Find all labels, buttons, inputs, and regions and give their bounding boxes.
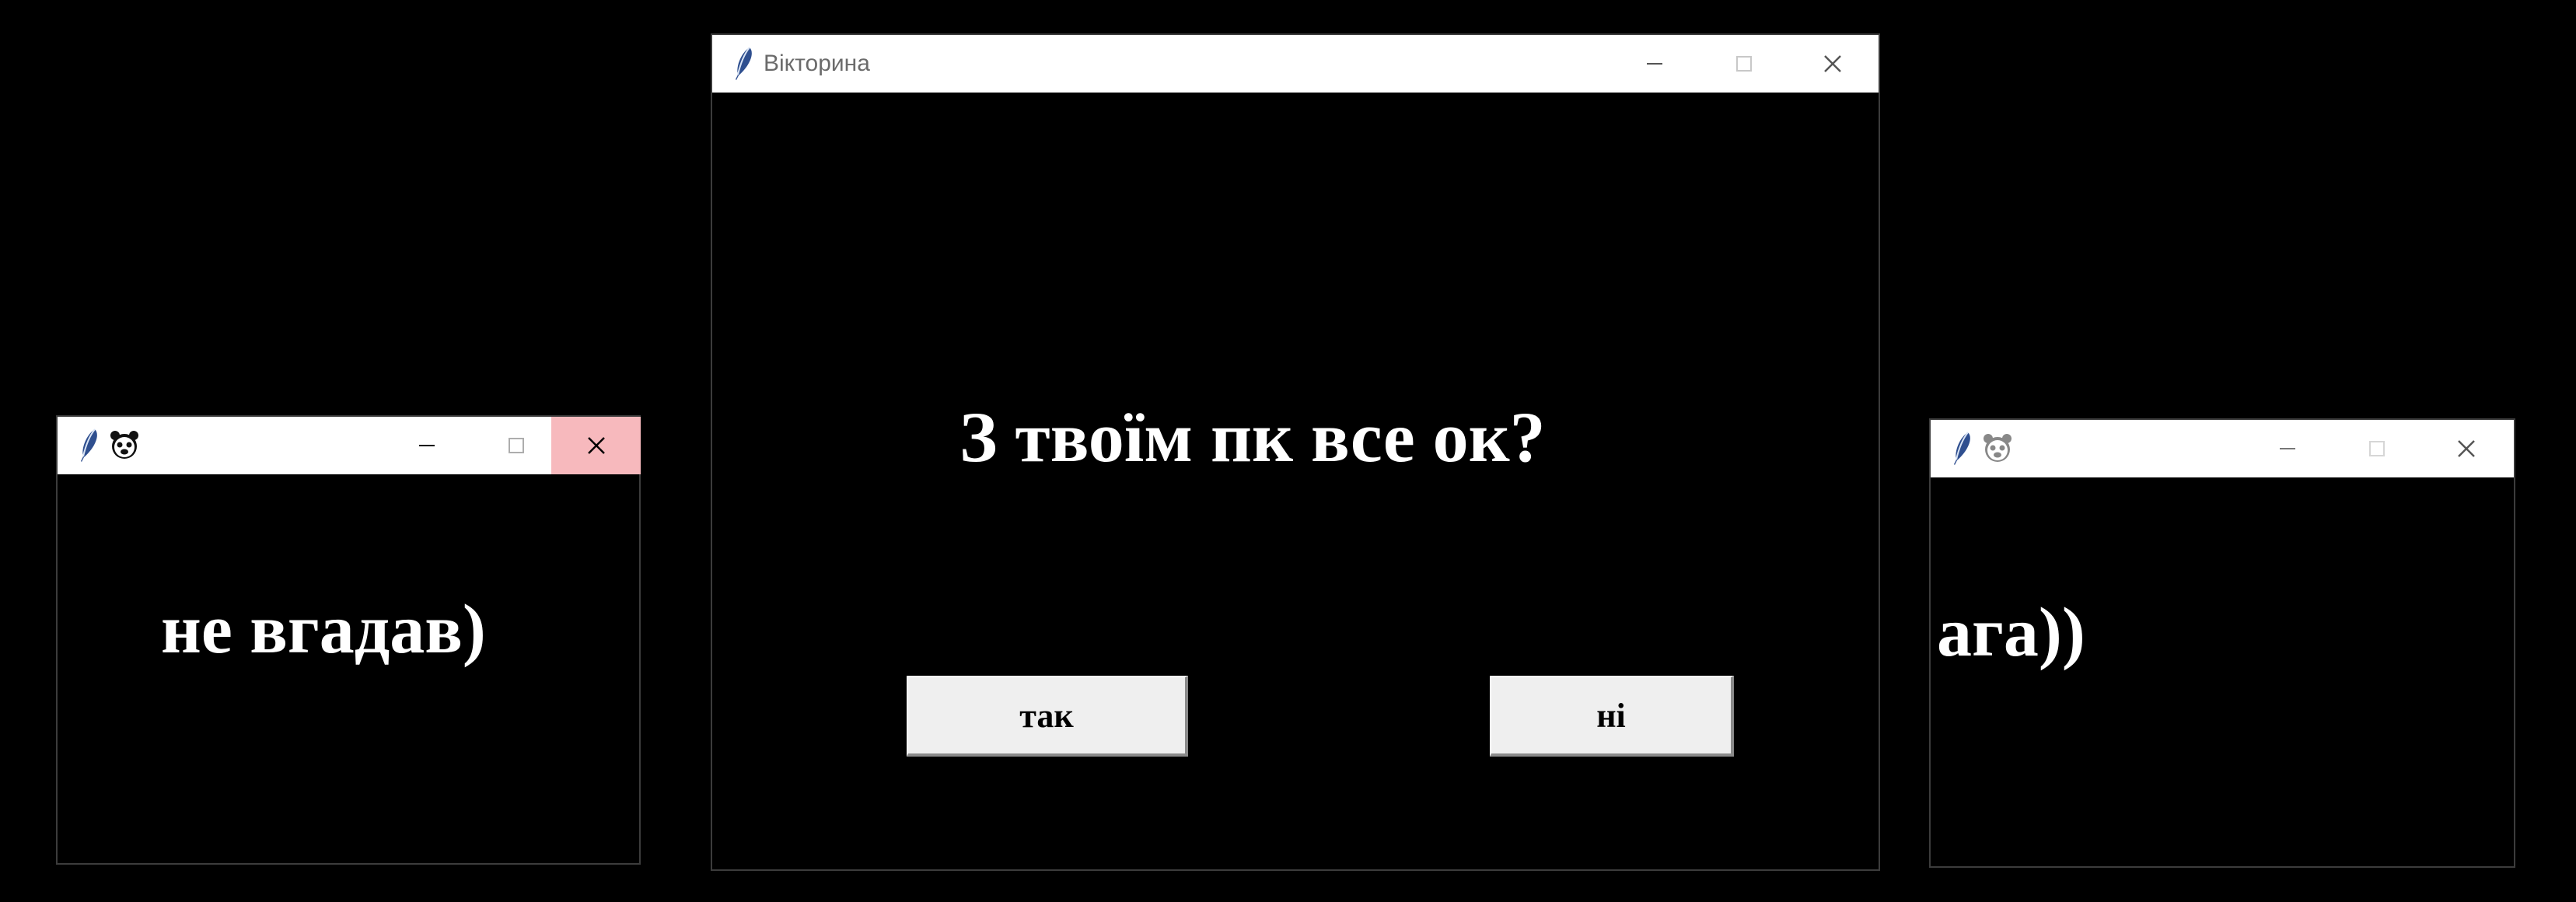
- minimize-button[interactable]: [1610, 35, 1699, 93]
- maximize-button[interactable]: [471, 417, 561, 474]
- feather-icon: [736, 47, 752, 80]
- minimize-button[interactable]: [2242, 420, 2332, 477]
- main-window-content: З твоїм пк все ок? так ні: [712, 93, 1879, 869]
- feather-icon: [1954, 432, 1970, 465]
- no-button[interactable]: ні: [1490, 676, 1734, 757]
- minimize-icon: [418, 445, 435, 446]
- feather-icon: [81, 428, 97, 462]
- left-window-titlebar[interactable]: [58, 417, 641, 474]
- right-message: ага)): [1937, 594, 2085, 671]
- question-text: З твоїм пк все ок?: [959, 397, 1546, 477]
- left-message: не вгадав): [161, 591, 486, 668]
- bear-icon: [110, 431, 138, 459]
- maximize-icon: [508, 438, 524, 453]
- main-window-title: Вікторина: [764, 51, 870, 76]
- main-window: Вікторина З твоїм пк все ок? так ні: [711, 33, 1880, 871]
- bear-icon: [1984, 434, 2012, 462]
- close-icon: [2457, 440, 2475, 457]
- left-window: не вгадав): [56, 415, 641, 865]
- maximize-icon: [2368, 441, 2385, 456]
- left-window-content: не вгадав): [58, 474, 639, 863]
- close-button[interactable]: [551, 417, 641, 474]
- close-icon: [587, 437, 605, 454]
- close-icon: [1823, 55, 1841, 72]
- right-window-content: ага)): [1931, 477, 2514, 866]
- minimize-button[interactable]: [382, 417, 471, 474]
- right-window: ага)): [1929, 418, 2515, 868]
- close-button[interactable]: [2421, 420, 2511, 477]
- minimize-icon: [2279, 448, 2295, 449]
- minimize-icon: [1646, 63, 1662, 65]
- maximize-button[interactable]: [2332, 420, 2421, 477]
- main-window-titlebar[interactable]: Вікторина: [712, 35, 1879, 93]
- maximize-button[interactable]: [1699, 35, 1788, 93]
- right-window-titlebar[interactable]: [1931, 420, 2514, 477]
- maximize-icon: [1735, 56, 1752, 72]
- close-button[interactable]: [1788, 35, 1877, 93]
- yes-button[interactable]: так: [907, 676, 1188, 757]
